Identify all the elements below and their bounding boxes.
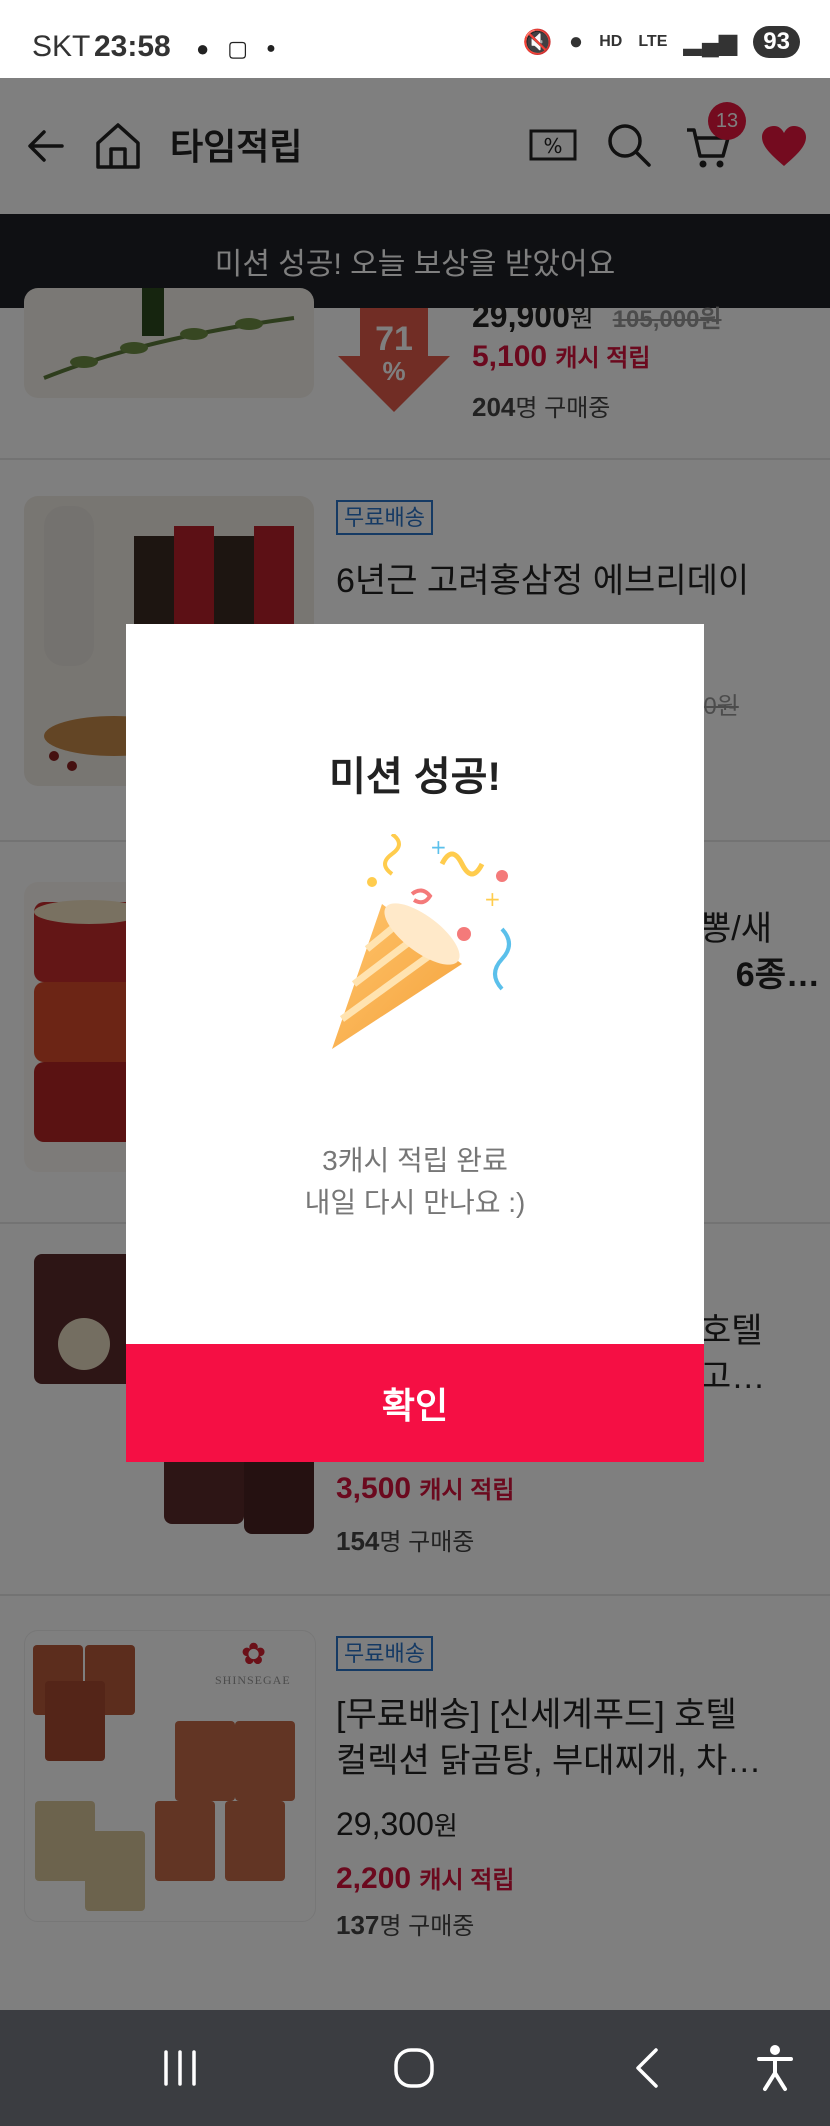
status-bar: SKT 23:58 ● ▢ ● 🔇 ● HD LTE ▂▄▆ 93 — [0, 0, 830, 78]
clock: 23:58 — [94, 30, 171, 63]
back-chevron-icon — [636, 2048, 658, 2088]
back-nav-button[interactable] — [608, 2036, 688, 2100]
home-circle-icon — [394, 2048, 434, 2088]
svg-text:+: + — [430, 835, 447, 859]
lte-signal-icon: LTE — [638, 33, 668, 50]
message-line-2: 내일 다시 만나요 :) — [304, 1187, 526, 1218]
system-icons: 🔇 ● HD LTE ▂▄▆ 93 — [523, 26, 800, 58]
home-nav-button[interactable] — [374, 2036, 454, 2100]
system-nav-bar — [0, 2010, 830, 2126]
carrier-label: SKT — [32, 30, 91, 63]
accessibility-button[interactable] — [740, 2036, 810, 2100]
location-pin-icon: ● — [196, 36, 210, 61]
dialog-title: 미션 성공! — [329, 755, 501, 799]
cashfeed-icon: ▢ — [227, 36, 249, 61]
signal-bars-icon: ▂▄▆ — [683, 28, 738, 56]
dot-icon: ● — [266, 40, 276, 57]
recent-apps-button[interactable] — [140, 2038, 220, 2098]
accessibility-icon — [757, 2045, 793, 2091]
notification-icons: ● ▢ ● — [196, 36, 276, 62]
dialog-message: 3캐시 적립 완료 내일 다시 만나요 :) — [126, 1140, 704, 1224]
party-popper-icon: + + — [312, 832, 532, 1069]
hd-voice-icon: HD — [599, 33, 623, 50]
message-line-1: 3캐시 적립 완료 — [322, 1145, 508, 1176]
svg-text:+: + — [484, 887, 501, 911]
confirm-button[interactable]: 확인 — [126, 1344, 704, 1462]
location-icon: ● — [568, 28, 584, 55]
battery-indicator: 93 — [753, 26, 800, 58]
mission-success-dialog: 미션 성공! + + 3캐시 적립 완료 내일 다시 만나요:) 확인 — [126, 624, 704, 1462]
recent-apps-icon — [164, 2050, 196, 2086]
mute-icon: 🔇 — [522, 28, 553, 56]
